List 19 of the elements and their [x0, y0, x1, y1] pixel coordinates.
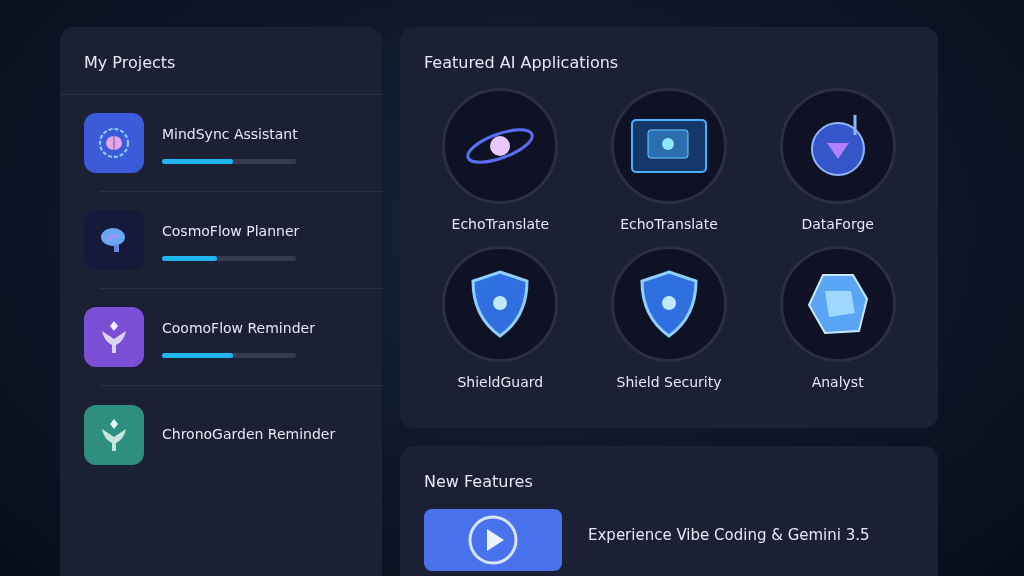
app-name[interactable]: Shield Security [616, 374, 722, 390]
shield-icon [638, 269, 700, 339]
panel-title: My Projects [60, 53, 382, 95]
app-name[interactable]: DataForge [801, 216, 874, 232]
play-icon[interactable] [467, 514, 519, 566]
app-name[interactable]: ShieldGuard [457, 374, 544, 390]
project-name[interactable]: CoomoFlow Reminder [162, 316, 347, 341]
feature-title[interactable]: Experience Vibe Coding & Gemini 3.5 [588, 526, 870, 544]
project-name[interactable]: MindSync Assistant [162, 122, 347, 147]
project-name[interactable]: ChronoGarden Reminder [162, 422, 347, 447]
video-thumbnail[interactable] [424, 509, 562, 571]
app-name[interactable]: Analyst [811, 374, 864, 390]
app-name[interactable]: EchoTranslate [451, 216, 550, 232]
app-name[interactable]: EchoTranslate [620, 216, 718, 232]
panel-title: Featured AI Applications [424, 53, 620, 72]
panel-title: New Features [424, 472, 534, 491]
screen-icon [630, 118, 708, 174]
shield-icon [469, 269, 532, 339]
project-name[interactable]: CosmoFlow Planner [162, 219, 347, 244]
